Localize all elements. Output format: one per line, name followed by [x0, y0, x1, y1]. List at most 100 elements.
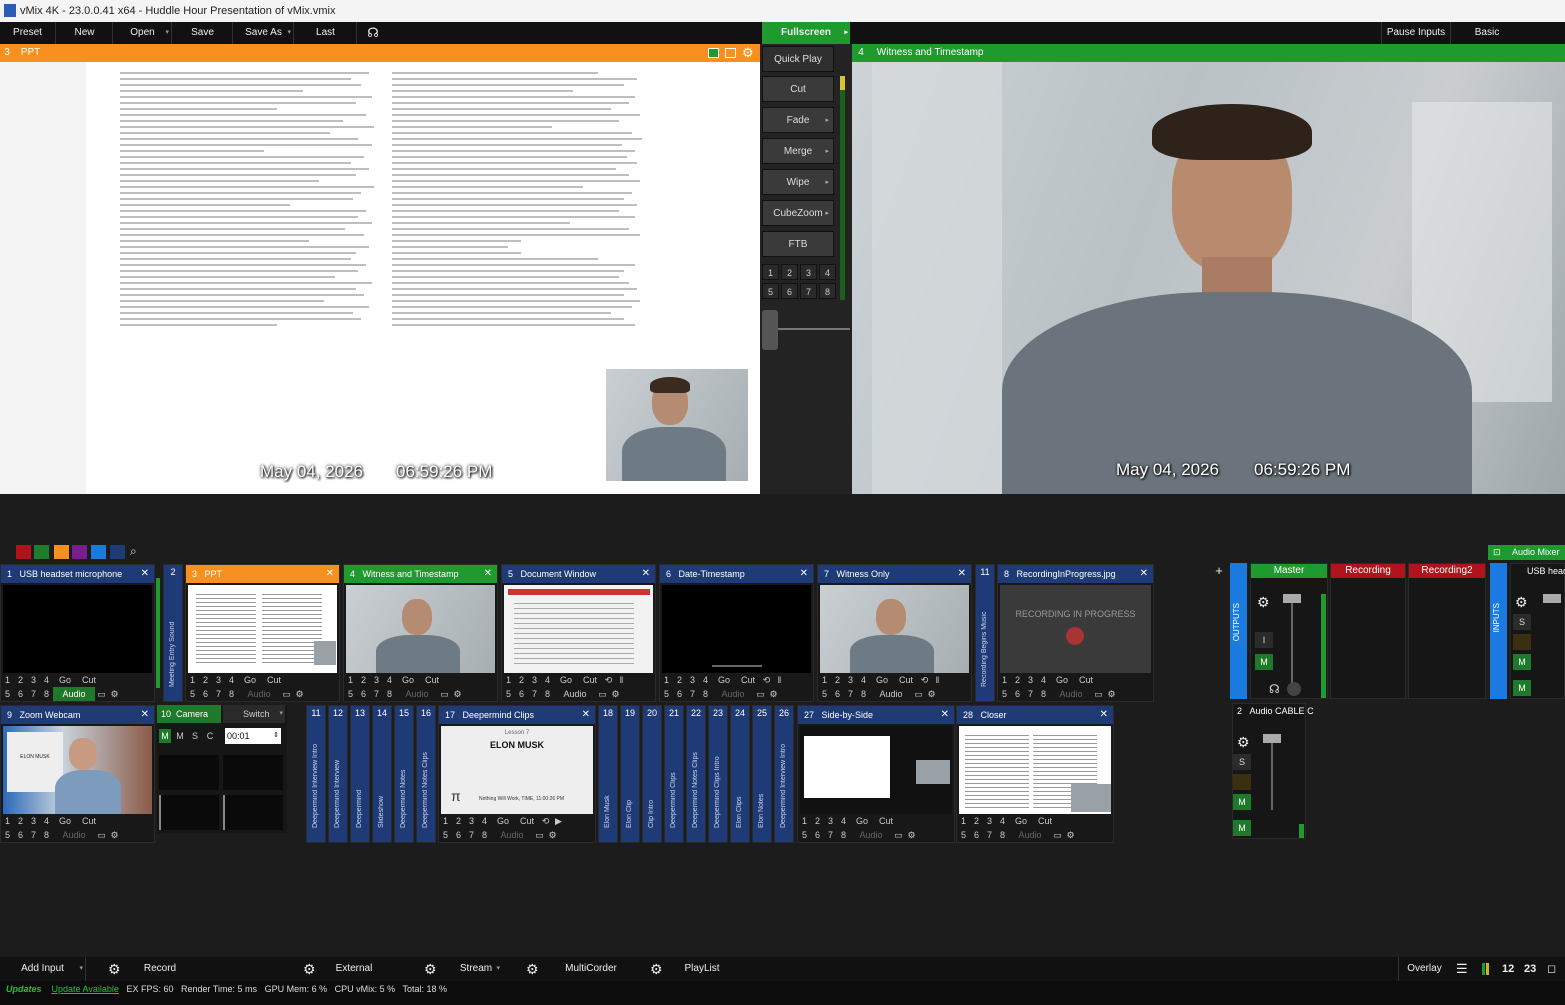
transition-number-3[interactable]: 3 [800, 264, 817, 280]
list-icon[interactable] [725, 48, 736, 58]
wipe-button[interactable]: Wipe ▸ [762, 169, 834, 195]
overlay-4[interactable]: 4 [1037, 673, 1050, 687]
audio-mixer-header[interactable]: ⊡ Audio Mixer [1488, 545, 1565, 560]
cut-button[interactable]: Cut [420, 673, 444, 687]
gear-icon[interactable]: ⚙ [1064, 828, 1077, 842]
monitor-icon[interactable]: ▭ [95, 828, 108, 842]
camera-slot-3[interactable] [159, 795, 219, 830]
input-7[interactable]: 7 Witness Only ✕ 1 2 3 4 Go Cut ⟲ ‖ 5 6 7 8 Audio ▭ ⚙ [817, 564, 972, 702]
camera-slot-1[interactable] [159, 755, 219, 790]
eq-icon[interactable] [1513, 634, 1531, 650]
overlay-7[interactable]: 7 [27, 828, 40, 842]
cubezoom-button[interactable]: CubeZoom ▸ [762, 200, 834, 226]
overlay-7[interactable]: 7 [465, 828, 478, 842]
cut-button[interactable]: Cut [578, 673, 602, 687]
overlay-6[interactable]: 6 [831, 687, 844, 701]
camera-slot-2[interactable] [223, 755, 283, 790]
overlay-3[interactable]: 3 [370, 673, 383, 687]
overlay-3[interactable]: 3 [465, 814, 478, 828]
time-input[interactable]: 00:01 ⇕ [225, 728, 281, 744]
overlay-4[interactable]: 4 [478, 814, 491, 828]
camera-slot-4[interactable] [223, 795, 283, 830]
overlay-7[interactable]: 7 [212, 687, 225, 701]
overlay-5[interactable]: 5 [957, 828, 970, 842]
chevron-down-icon[interactable]: ▾ [79, 957, 83, 981]
transition-number-6[interactable]: 6 [781, 283, 798, 299]
overlay-5[interactable]: 5 [186, 687, 199, 701]
transition-number-7[interactable]: 7 [800, 283, 817, 299]
overlay-3[interactable]: 3 [528, 673, 541, 687]
mono-button[interactable]: M [1513, 654, 1531, 670]
go-button[interactable]: Go [491, 814, 515, 828]
overlay-6[interactable]: 6 [199, 687, 212, 701]
cut-button[interactable]: Cut [77, 673, 101, 687]
overlay-8[interactable]: 8 [225, 687, 238, 701]
overlay-1[interactable]: 1 [1, 814, 14, 828]
overlay-3[interactable]: 3 [27, 673, 40, 687]
input-4[interactable]: 4 Witness and Timestamp ✕ 1 2 3 4 Go Cut 5678A… [343, 564, 498, 702]
overlay-1[interactable]: 1 [818, 673, 831, 687]
input-17[interactable]: 17 Deepermind Clips ✕ Lesson 7 ELON MUSK … [438, 705, 596, 843]
cut-button[interactable]: Cut [762, 76, 834, 102]
overlay-2[interactable]: 2 [831, 673, 844, 687]
gear-icon[interactable]: ⚙ [609, 687, 622, 701]
monitor-icon[interactable]: ▭ [280, 687, 293, 701]
overlay-5[interactable]: 5 [1, 828, 14, 842]
overlay-8[interactable]: 8 [837, 828, 850, 842]
overlay-2[interactable]: 2 [199, 673, 212, 687]
mute-button[interactable]: M [1233, 820, 1251, 836]
overlay-5[interactable]: 5 [502, 687, 515, 701]
close-icon[interactable]: ✕ [326, 565, 334, 583]
overlay-4[interactable]: 4 [225, 673, 238, 687]
window-icon[interactable]: ◻ [1547, 957, 1556, 981]
audio-button[interactable]: Audio [396, 687, 438, 701]
overlay-7[interactable]: 7 [844, 687, 857, 701]
go-button[interactable]: Go [870, 673, 894, 687]
t-bar-handle[interactable] [762, 310, 778, 350]
usb-fader[interactable] [1543, 594, 1561, 603]
save-button[interactable]: Save [173, 22, 233, 44]
overlay-8[interactable]: 8 [541, 687, 554, 701]
close-icon[interactable]: ✕ [941, 706, 949, 724]
chevron-down-icon[interactable]: ▾ [287, 22, 291, 44]
preset-button[interactable]: Preset [0, 22, 56, 44]
pause-inputs-button[interactable]: Pause Inputs [1381, 22, 1451, 44]
overlay-7[interactable]: 7 [824, 828, 837, 842]
gear-icon[interactable]: ⚙ [293, 687, 306, 701]
monitor-icon[interactable]: ▭ [754, 687, 767, 701]
transition-number-2[interactable]: 2 [781, 264, 798, 280]
overlay-1[interactable]: 1 [957, 814, 970, 828]
overlay-6[interactable]: 6 [14, 687, 27, 701]
overlay-1[interactable]: 1 [798, 814, 811, 828]
gear-icon[interactable]: ⚙ [546, 828, 559, 842]
cut-button[interactable]: Cut [894, 673, 918, 687]
overlay-5[interactable]: 5 [344, 687, 357, 701]
input-narrow-19[interactable]: 19 Elon Clip [620, 705, 640, 843]
camera-mute-button[interactable]: M [159, 729, 171, 743]
overlay-1[interactable]: 1 [998, 673, 1011, 687]
audio-button[interactable]: Audio [870, 687, 912, 701]
spinner-icon[interactable]: ⇕ [273, 728, 279, 744]
overlay-8[interactable]: 8 [383, 687, 396, 701]
chevron-right-icon[interactable]: ▸ [825, 201, 829, 227]
gear-icon[interactable]: ⚙ [424, 957, 437, 981]
color-tag-navy[interactable] [110, 545, 125, 559]
overlay-2[interactable]: 2 [515, 673, 528, 687]
basic-button[interactable]: Basic [1452, 22, 1522, 44]
camera-c-button[interactable]: C [204, 729, 216, 743]
preview-screen[interactable]: May 04, 2026 06:59:26 PM [0, 62, 760, 494]
gear-icon[interactable]: ⚙ [1515, 594, 1528, 611]
record-button[interactable]: Record [136, 957, 184, 981]
input-narrow-24[interactable]: 24 Elon Clips [730, 705, 750, 843]
overlay-1[interactable]: 1 [660, 673, 673, 687]
gear-icon[interactable]: ⚙ [451, 687, 464, 701]
input-11[interactable]: 11 Recording Begins Music [975, 564, 995, 702]
overlay-2[interactable]: 2 [811, 814, 824, 828]
input-narrow-15[interactable]: 15 Deepermind Notes [394, 705, 414, 843]
cut-button[interactable]: Cut [874, 814, 898, 828]
input-narrow-26[interactable]: 26 Deepermind Interview Intro [774, 705, 794, 843]
overlay-2[interactable]: 2 [970, 814, 983, 828]
close-icon[interactable]: ✕ [958, 565, 966, 583]
overlay-1[interactable]: 1 [439, 814, 452, 828]
go-button[interactable]: Go [53, 814, 77, 828]
